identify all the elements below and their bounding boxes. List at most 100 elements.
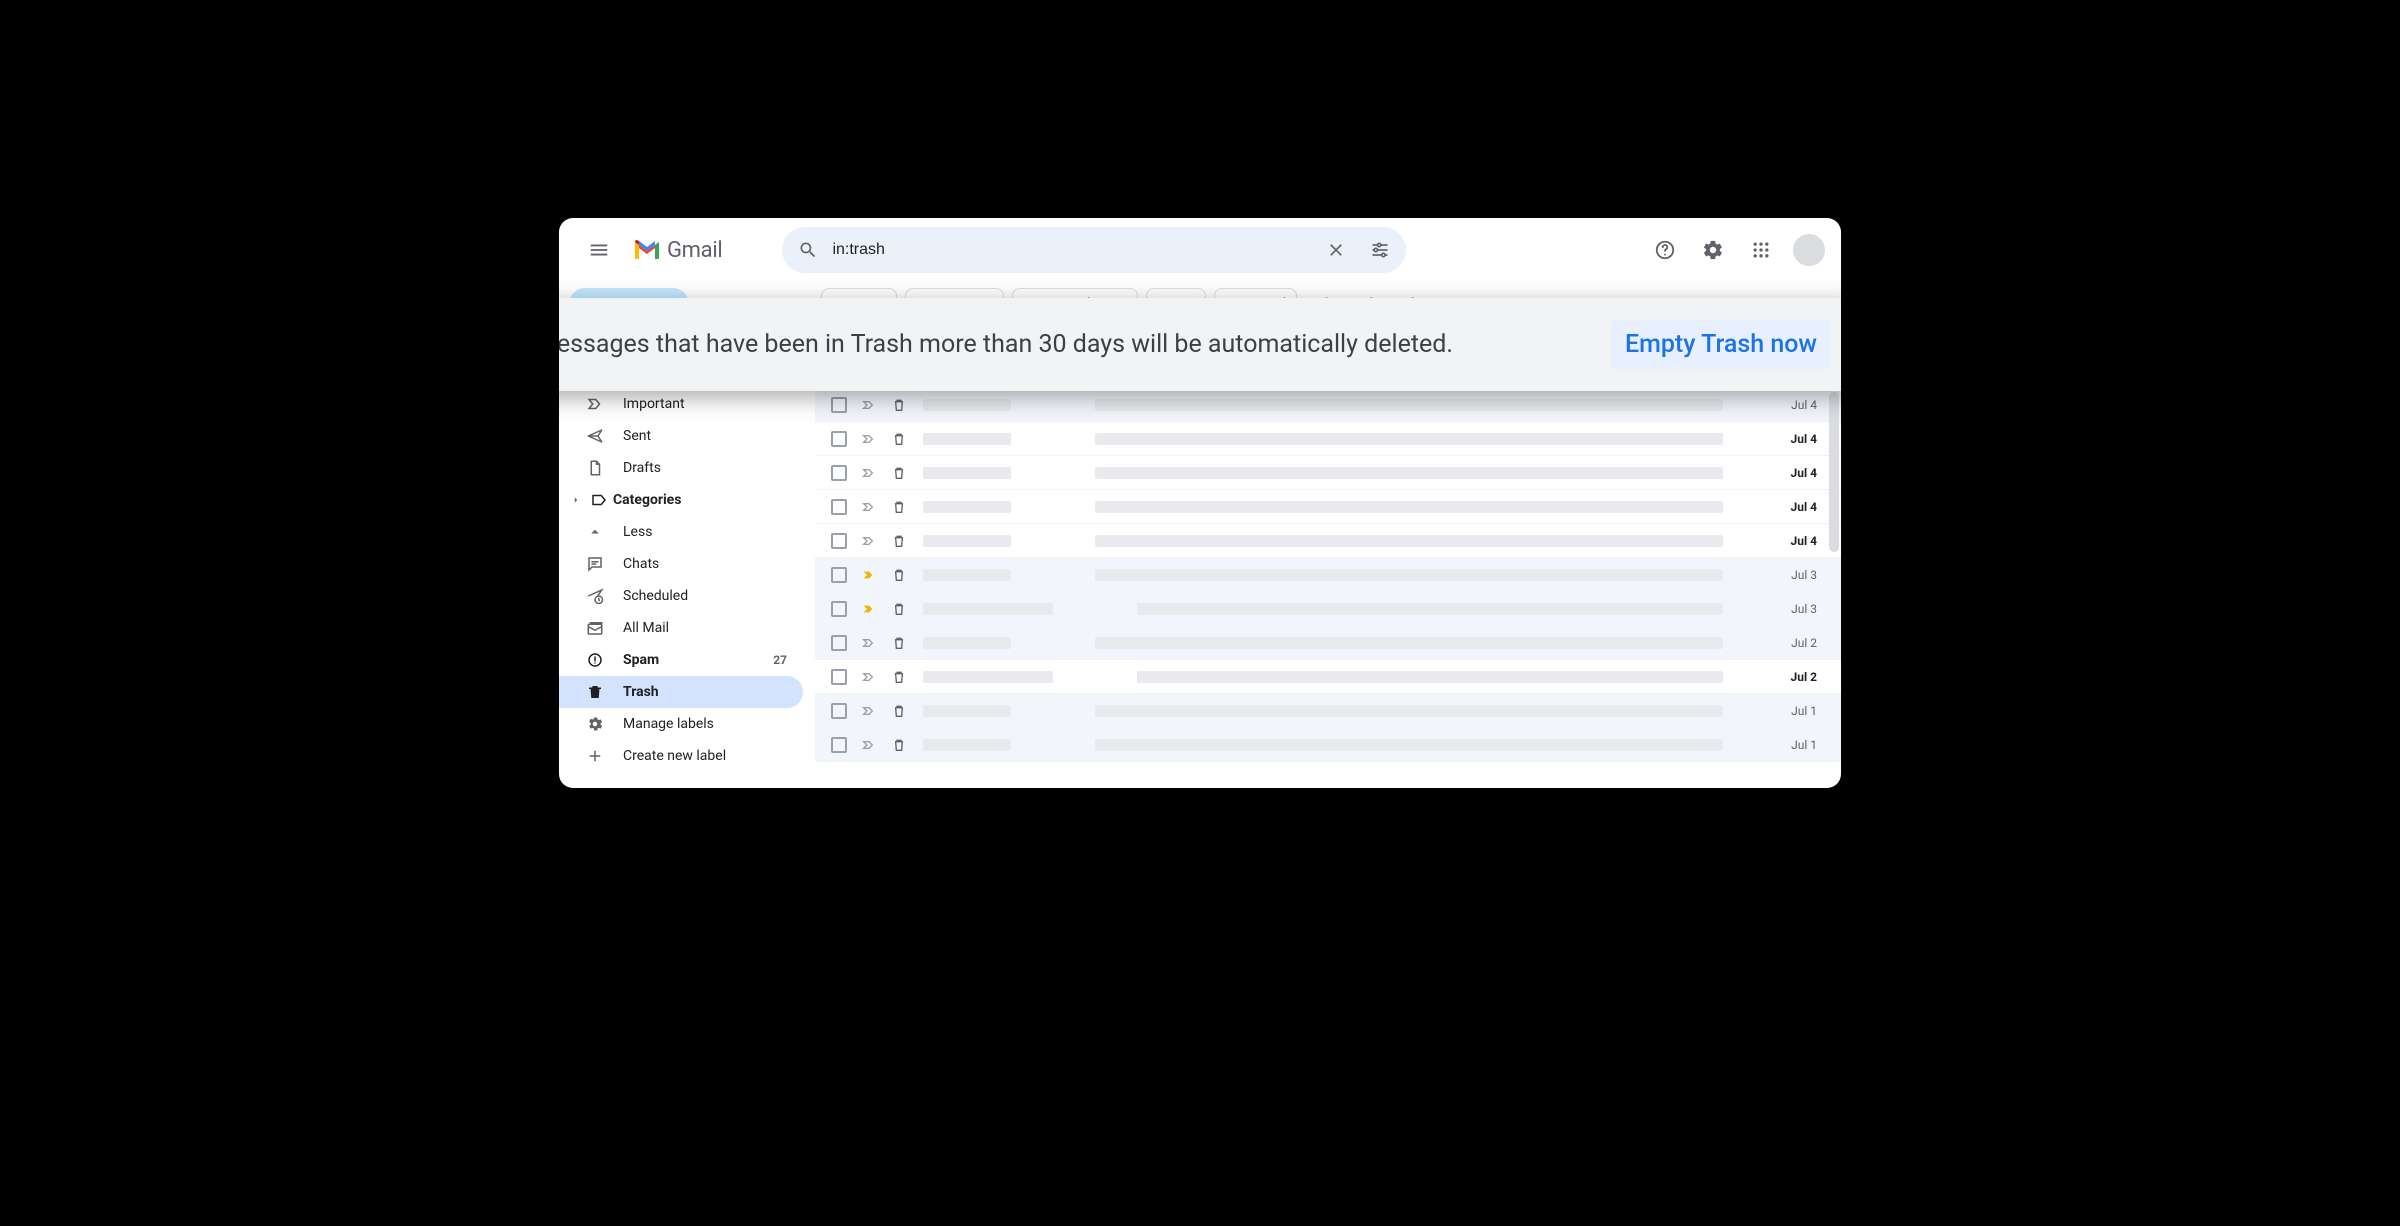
gear-icon	[585, 715, 605, 733]
row-checkbox[interactable]	[831, 499, 847, 515]
sidebar-item-trash[interactable]: Trash	[559, 676, 803, 708]
trash-icon	[891, 499, 907, 515]
sidebar-item-sent[interactable]: Sent	[559, 420, 803, 452]
sidebar-item-less[interactable]: Less	[559, 516, 803, 548]
row-date: Jul 3	[1777, 568, 1817, 582]
banner-message: Messages that have been in Trash more th…	[559, 330, 1453, 359]
sender-placeholder	[923, 399, 1011, 411]
sidebar-item-chats[interactable]: Chats	[559, 548, 803, 580]
important-marker[interactable]	[861, 669, 877, 685]
sidebar-item-label: Chats	[623, 556, 659, 572]
sidebar-item-create-new-label[interactable]: Create new label	[559, 740, 803, 772]
mail-row[interactable]: Jul 4	[815, 524, 1841, 558]
row-date: Jul 2	[1777, 670, 1817, 684]
row-checkbox[interactable]	[831, 397, 847, 413]
settings-button[interactable]	[1693, 230, 1733, 270]
sidebar-item-spam[interactable]: Spam 27	[559, 644, 803, 676]
important-marker[interactable]	[861, 737, 877, 753]
mail-row[interactable]: Jul 3	[815, 592, 1841, 626]
apps-button[interactable]	[1741, 230, 1781, 270]
mail-row[interactable]: Jul 4	[815, 456, 1841, 490]
important-marker[interactable]	[861, 465, 877, 481]
gmail-logo[interactable]: Gmail	[633, 238, 722, 263]
tune-icon	[1370, 240, 1390, 260]
mail-row[interactable]: Jul 2	[815, 626, 1841, 660]
sender-placeholder	[923, 637, 1011, 649]
sidebar-item-manage-labels[interactable]: Manage labels	[559, 708, 803, 740]
trash-icon	[891, 703, 907, 719]
important-marker[interactable]	[861, 431, 877, 447]
row-checkbox[interactable]	[831, 533, 847, 549]
sidebar-item-all-mail[interactable]: All Mail	[559, 612, 803, 644]
subject-placeholder	[1095, 569, 1723, 581]
topbar-right	[1645, 230, 1825, 270]
trash-icon	[891, 567, 907, 583]
sent-icon	[585, 427, 605, 445]
sidebar-item-count: 27	[773, 653, 787, 667]
plus-icon	[585, 747, 605, 765]
mail-row[interactable]: Jul 4	[815, 422, 1841, 456]
row-checkbox[interactable]	[831, 737, 847, 753]
important-marker[interactable]	[861, 635, 877, 651]
help-button[interactable]	[1645, 230, 1685, 270]
close-icon	[1326, 240, 1346, 260]
sidebar-item-scheduled[interactable]: Scheduled	[559, 580, 803, 612]
sidebar-item-label: Drafts	[623, 460, 661, 476]
subject-placeholder	[1095, 705, 1723, 717]
mail-row[interactable]: Jul 4	[815, 388, 1841, 422]
search-input[interactable]	[832, 241, 1312, 259]
sidebar-item-label: Categories	[613, 492, 681, 508]
sidebar-item-label: Important	[623, 396, 685, 412]
apps-icon	[1751, 240, 1771, 260]
search-bar	[782, 227, 1406, 273]
menu-icon	[588, 239, 610, 261]
trash-icon	[891, 635, 907, 651]
subject-placeholder	[1095, 739, 1723, 751]
mail-row[interactable]: Jul 3	[815, 558, 1841, 592]
subject-placeholder	[1095, 535, 1723, 547]
search-options-button[interactable]	[1360, 230, 1400, 270]
important-marker[interactable]	[861, 703, 877, 719]
search-icon	[798, 240, 818, 260]
clear-search-button[interactable]	[1316, 230, 1356, 270]
sender-placeholder	[923, 501, 1011, 513]
scrollbar-thumb[interactable]	[1829, 392, 1839, 552]
mail-row[interactable]: Jul 2	[815, 660, 1841, 694]
mail-row[interactable]: Jul 4	[815, 490, 1841, 524]
sidebar-item-important[interactable]: Important	[559, 388, 803, 420]
row-checkbox[interactable]	[831, 567, 847, 583]
mail-row[interactable]: Jul 1	[815, 694, 1841, 728]
row-checkbox[interactable]	[831, 635, 847, 651]
row-checkbox[interactable]	[831, 431, 847, 447]
gear-icon	[1702, 239, 1724, 261]
sidebar-item-label: Sent	[623, 428, 651, 444]
sender-placeholder	[923, 705, 1011, 717]
trash-icon	[891, 533, 907, 549]
subject-placeholder	[1095, 433, 1723, 445]
important-marker[interactable]	[861, 397, 877, 413]
empty-trash-now-button[interactable]: Empty Trash now	[1611, 320, 1831, 369]
important-marker[interactable]	[861, 499, 877, 515]
important-marker[interactable]	[861, 567, 877, 583]
sidebar-item-label: Spam	[623, 652, 659, 668]
row-checkbox[interactable]	[831, 601, 847, 617]
sidebar-item-label: All Mail	[623, 620, 669, 636]
search-button[interactable]	[788, 230, 828, 270]
row-checkbox[interactable]	[831, 465, 847, 481]
important-marker[interactable]	[861, 601, 877, 617]
subject-placeholder	[1095, 467, 1723, 479]
trash-icon	[891, 465, 907, 481]
important-marker[interactable]	[861, 533, 877, 549]
subject-placeholder	[1137, 603, 1723, 615]
row-date: Jul 4	[1777, 398, 1817, 412]
row-checkbox[interactable]	[831, 669, 847, 685]
account-avatar[interactable]	[1793, 234, 1825, 266]
mail-row[interactable]: Jul 1	[815, 728, 1841, 762]
row-date: Jul 3	[1777, 602, 1817, 616]
gmail-window: Gmail	[559, 218, 1841, 788]
row-checkbox[interactable]	[831, 703, 847, 719]
sidebar-item-categories[interactable]: Categories	[559, 484, 803, 516]
sidebar-item-drafts[interactable]: Drafts	[559, 452, 803, 484]
main-menu-button[interactable]	[575, 226, 623, 274]
sender-placeholder	[923, 603, 1053, 615]
